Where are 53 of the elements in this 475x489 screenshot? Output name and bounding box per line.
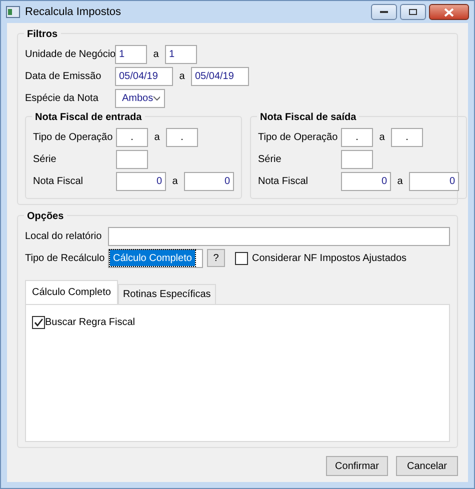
field-label: Espécie da Nota bbox=[25, 92, 100, 106]
field-label: Data de Emissão bbox=[25, 70, 102, 84]
dialog-button[interactable]: Confirmar bbox=[326, 456, 388, 476]
close-icon bbox=[444, 8, 454, 16]
field-label: Nota Fiscal bbox=[258, 174, 310, 188]
separator-label: a bbox=[152, 48, 160, 62]
checkbox[interactable] bbox=[32, 316, 45, 329]
input-field[interactable] bbox=[108, 226, 450, 246]
input-field[interactable]: 0 bbox=[409, 172, 459, 190]
input-field[interactable]: . bbox=[116, 128, 148, 146]
tab[interactable]: Rotinas Específicas bbox=[118, 284, 216, 304]
field-label: Tipo de Operação bbox=[33, 130, 114, 144]
input-field[interactable] bbox=[341, 150, 373, 168]
input-field[interactable]: 05/04/19 bbox=[191, 66, 249, 86]
separator-label: a bbox=[171, 174, 179, 188]
tab[interactable]: Cálculo Completo bbox=[25, 280, 118, 304]
input-field[interactable]: 1 bbox=[115, 44, 147, 64]
input-field[interactable]: 05/04/19 bbox=[115, 66, 173, 86]
input-field[interactable]: . bbox=[166, 128, 198, 146]
input-field[interactable] bbox=[116, 150, 148, 168]
close-button[interactable] bbox=[429, 4, 469, 20]
checkbox-label: Considerar NF Impostos Ajustados bbox=[252, 252, 407, 266]
separator-label: a bbox=[153, 130, 161, 144]
checkbox[interactable] bbox=[235, 252, 248, 264]
maximize-icon bbox=[408, 8, 418, 16]
field-label: Nota Fiscal bbox=[33, 174, 84, 188]
minimize-button[interactable] bbox=[371, 4, 397, 20]
app-icon bbox=[6, 6, 20, 18]
checkbox-label: Buscar Regra Fiscal bbox=[45, 316, 136, 330]
input-field[interactable]: 0 bbox=[341, 172, 391, 190]
separator-label: a bbox=[178, 70, 186, 84]
minimize-icon bbox=[379, 10, 389, 14]
field-label: Série bbox=[258, 152, 282, 166]
window-title: Recalcula Impostos bbox=[25, 4, 121, 20]
help-button[interactable]: ? bbox=[207, 249, 225, 267]
separator-label: a bbox=[396, 174, 404, 188]
dropdown[interactable]: Cálculo Completo bbox=[108, 248, 203, 268]
field-label: Local do relatório bbox=[25, 230, 103, 244]
separator-label: a bbox=[378, 130, 386, 144]
field-label: Unidade de Negócio bbox=[25, 48, 115, 62]
field-label: Série bbox=[33, 152, 58, 166]
maximize-button[interactable] bbox=[400, 4, 426, 20]
caret-icon bbox=[153, 96, 160, 100]
group-title: Opções bbox=[24, 209, 67, 224]
field-label: Tipo de Operação bbox=[258, 130, 339, 144]
input-field[interactable]: . bbox=[391, 128, 423, 146]
input-field[interactable]: . bbox=[341, 128, 373, 146]
input-field[interactable]: 0 bbox=[116, 172, 166, 190]
input-field[interactable]: 0 bbox=[184, 172, 234, 190]
input-field[interactable]: 1 bbox=[165, 44, 197, 64]
field-label: Tipo de Recálculo bbox=[25, 252, 106, 266]
dialog-button[interactable]: Cancelar bbox=[396, 456, 458, 476]
dropdown[interactable]: Ambos bbox=[115, 88, 165, 108]
